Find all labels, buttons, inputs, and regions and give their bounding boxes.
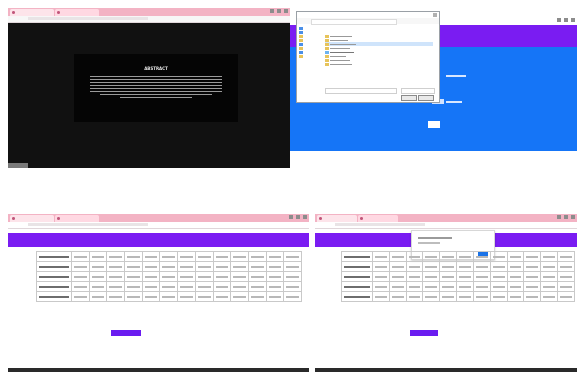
window-controls (557, 215, 575, 219)
browser-tab[interactable] (10, 215, 54, 222)
results-table (36, 251, 302, 302)
close-icon[interactable] (571, 18, 575, 22)
close-icon[interactable] (284, 9, 288, 13)
minimize-icon[interactable] (289, 215, 293, 219)
open-button[interactable] (401, 95, 417, 101)
dialog-nav (297, 18, 439, 25)
close-icon[interactable] (571, 215, 575, 219)
window-controls (270, 9, 288, 13)
table-row (341, 271, 575, 282)
results-table (341, 251, 575, 302)
browser-tabbar (8, 214, 309, 222)
maximize-icon[interactable] (296, 215, 300, 219)
alert-subtext (418, 242, 440, 244)
table-row (36, 251, 302, 262)
panel-table-alert-view (315, 214, 577, 372)
close-icon[interactable] (303, 215, 307, 219)
address-bar[interactable] (8, 222, 309, 229)
browser-tab[interactable] (55, 9, 99, 16)
browser-tabbar (315, 214, 577, 222)
table-row (341, 251, 575, 262)
dialog-sidebar (299, 26, 321, 82)
filetype-select[interactable] (401, 88, 435, 94)
browser-tab[interactable] (10, 9, 54, 16)
table-row (36, 271, 302, 282)
filename-field[interactable] (325, 88, 397, 94)
panel-table-view (8, 214, 309, 372)
action-button[interactable] (410, 330, 438, 336)
address-bar[interactable] (8, 16, 290, 23)
file-list (325, 26, 433, 78)
address-text (335, 223, 425, 226)
address-text (28, 17, 148, 20)
table-row (36, 281, 302, 292)
footer-bar (8, 368, 309, 372)
cancel-button[interactable] (418, 95, 434, 101)
action-button[interactable] (111, 330, 141, 336)
abstract-body (90, 74, 222, 100)
file-open-dialog (296, 11, 440, 103)
footer-bar (315, 368, 577, 372)
upload-hint (446, 101, 462, 103)
abstract-title: ABSTRACT (144, 66, 168, 71)
minimize-icon[interactable] (557, 215, 561, 219)
browser-tabbar (8, 8, 290, 16)
table-row (36, 261, 302, 272)
abstract-modal: ABSTRACT (74, 54, 238, 122)
browser-tab[interactable] (358, 215, 398, 222)
table-row (36, 291, 302, 302)
list-item[interactable] (325, 54, 433, 66)
window-controls (557, 18, 575, 22)
browser-tab[interactable] (317, 215, 357, 222)
table-row (341, 291, 575, 302)
maximize-icon[interactable] (564, 215, 568, 219)
minimize-icon[interactable] (270, 9, 274, 13)
panel-upload-view (290, 8, 577, 168)
taskbar-corner[interactable] (8, 163, 28, 168)
table-row (341, 281, 575, 292)
close-icon[interactable] (433, 13, 437, 17)
minimize-icon[interactable] (557, 18, 561, 22)
page-header (8, 233, 309, 247)
submit-button[interactable] (428, 121, 440, 128)
path-box[interactable] (311, 19, 397, 25)
panel-abstract-view: ABSTRACT (8, 8, 290, 168)
maximize-icon[interactable] (277, 9, 281, 13)
address-text (28, 223, 148, 226)
browser-tab[interactable] (55, 215, 99, 222)
upload-label (446, 75, 466, 77)
table-row (341, 261, 575, 272)
maximize-icon[interactable] (564, 18, 568, 22)
address-bar[interactable] (315, 222, 577, 229)
alert-text (418, 237, 452, 239)
window-controls (289, 215, 307, 219)
